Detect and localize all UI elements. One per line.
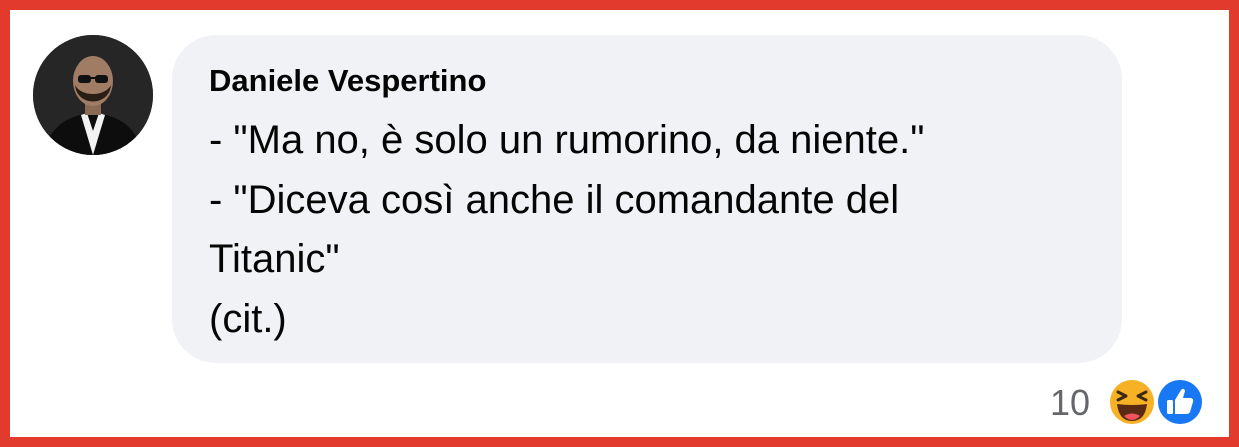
comment-line: - "Diceva così anche il comandante del [209, 177, 900, 222]
haha-icon [1107, 377, 1157, 427]
comment-bubble: Daniele Vespertino - "Ma no, è solo un r… [172, 35, 1122, 363]
avatar-portrait [33, 35, 153, 155]
comment-line: (cit.) [209, 296, 287, 341]
comment-author[interactable]: Daniele Vespertino [209, 63, 486, 99]
comment-line: Titanic" [209, 237, 340, 281]
reactions-summary[interactable]: 10 [1050, 373, 1210, 429]
like-icon [1155, 377, 1205, 427]
avatar[interactable] [33, 35, 153, 155]
reaction-count: 10 [1050, 382, 1091, 423]
comment-line: - "Ma no, è solo un rumorino, da niente.… [209, 118, 925, 162]
comment-text: - "Ma no, è solo un rumorino, da niente.… [209, 111, 1089, 349]
